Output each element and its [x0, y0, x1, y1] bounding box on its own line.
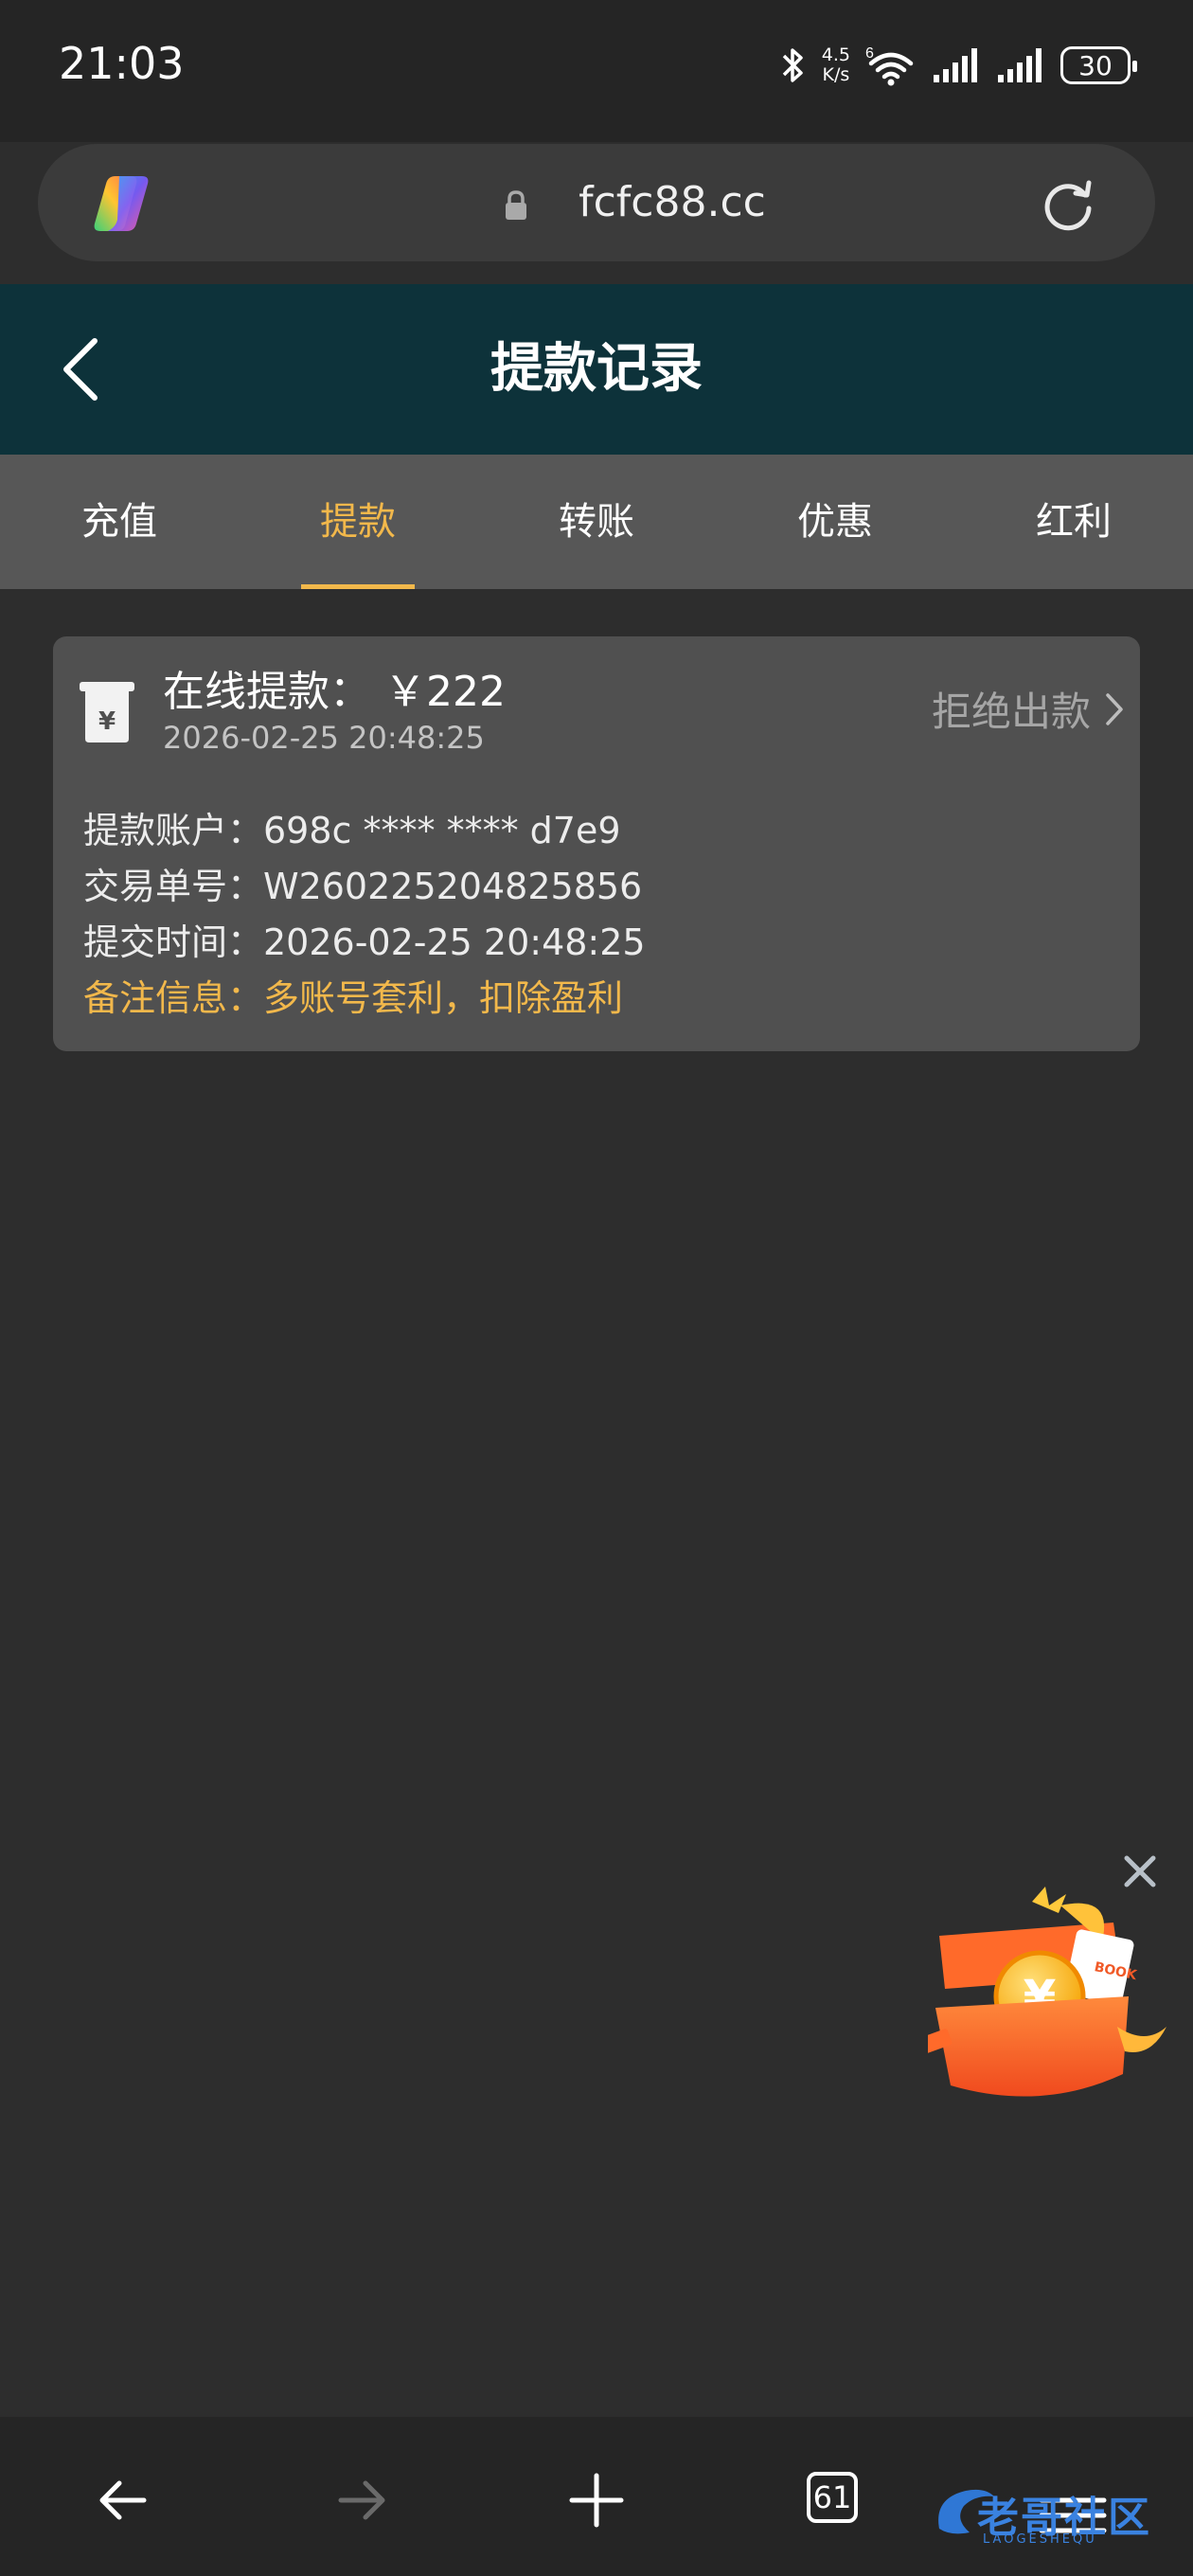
- address-bar[interactable]: fcfc88.cc: [38, 144, 1155, 261]
- record-title: 在线提款： ￥222: [163, 668, 506, 716]
- promo-gift-box[interactable]: BOOK ¥: [928, 1885, 1176, 2112]
- page-header: 提款记录: [0, 284, 1193, 455]
- wifi-icon: 6: [865, 45, 914, 86]
- site-watermark-logo: 老哥社区 LAOGESHEQU: [928, 2478, 1184, 2553]
- remark-note: 备注信息：多账号套利，扣除盈利: [83, 977, 624, 1019]
- back-chevron-icon[interactable]: [57, 333, 108, 405]
- watermark-subtext: LAOGESHEQU: [983, 2532, 1097, 2547]
- url-text[interactable]: fcfc88.cc: [521, 178, 824, 226]
- signal-icon: [934, 48, 977, 82]
- tab-withdraw[interactable]: 提款: [239, 455, 477, 589]
- record-status-link[interactable]: 拒绝出款: [932, 680, 1125, 738]
- copilot-logo-icon[interactable]: [87, 170, 157, 237]
- status-bar: 21:03 4.5 K/s 6 30: [0, 0, 1193, 142]
- chevron-right-icon: [1106, 692, 1123, 725]
- back-arrow-icon[interactable]: [87, 2462, 163, 2538]
- signal-icon: [998, 48, 1042, 82]
- withdrawal-record-card[interactable]: ¥ 在线提款： ￥222 2026-02-25 20:48:25 拒绝出款 提款…: [53, 636, 1140, 1051]
- screen: 21:03 4.5 K/s 6 30 fcfc88.cc 提款记录 充值 提款 …: [0, 0, 1193, 2576]
- reload-icon[interactable]: [1038, 174, 1098, 235]
- submit-time: 提交时间：2026-02-25 20:48:25: [83, 921, 646, 963]
- wifi-badge: 6: [865, 45, 874, 62]
- tab-recharge[interactable]: 充值: [0, 455, 239, 589]
- forward-arrow-icon[interactable]: [322, 2462, 398, 2538]
- net-speed: 4.5 K/s: [821, 45, 850, 85]
- tab-transfer[interactable]: 转账: [477, 455, 716, 589]
- status-time: 21:03: [59, 38, 185, 89]
- browser-bottom-nav: 61 老哥社区 LAOGESHEQU: [0, 2417, 1193, 2576]
- receipt-yuan-icon: ¥: [80, 682, 134, 742]
- tab-bonus[interactable]: 红利: [954, 455, 1193, 589]
- record-datetime: 2026-02-25 20:48:25: [163, 720, 485, 756]
- bluetooth-icon: [782, 48, 803, 82]
- category-tabs: 充值 提款 转账 优惠 红利: [0, 455, 1193, 589]
- transaction-number: 交易单号：W260225204825856: [83, 866, 643, 907]
- tab-promotion[interactable]: 优惠: [716, 455, 954, 589]
- svg-text:¥: ¥: [98, 707, 116, 736]
- tabs-count-button[interactable]: 61: [807, 2472, 858, 2523]
- battery-icon: 30: [1060, 46, 1137, 84]
- new-tab-plus-icon[interactable]: [559, 2462, 634, 2538]
- page-title: 提款记录: [490, 338, 703, 400]
- status-icons: 4.5 K/s 6 30: [780, 42, 1137, 89]
- withdraw-account: 提款账户：698c **** **** d7e9: [83, 810, 621, 851]
- record-status: 拒绝出款: [931, 689, 1091, 735]
- record-details: 提款账户：698c **** **** d7e9 交易单号：W260225204…: [83, 803, 646, 1027]
